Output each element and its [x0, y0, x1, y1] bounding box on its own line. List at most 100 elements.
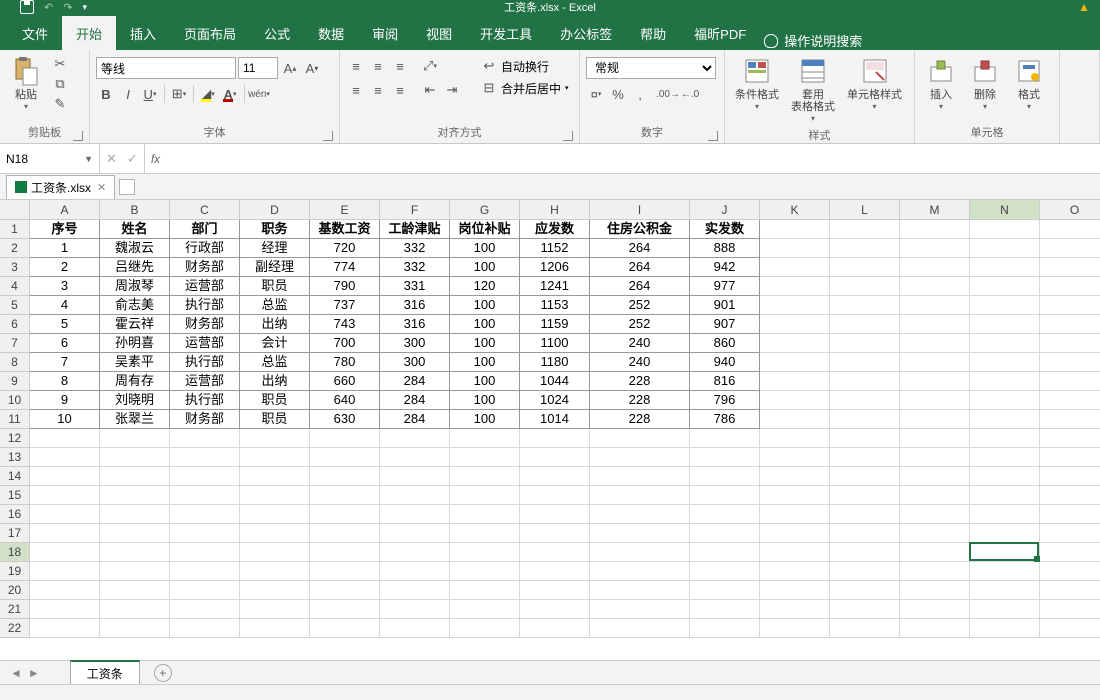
cell[interactable]: 120: [450, 277, 520, 296]
cell[interactable]: 1: [30, 239, 100, 258]
cell[interactable]: [380, 524, 450, 543]
align-left-button[interactable]: ≡: [346, 81, 366, 99]
cell[interactable]: [1040, 429, 1100, 448]
cell[interactable]: [830, 467, 900, 486]
cell[interactable]: 实发数: [690, 220, 760, 239]
cell[interactable]: [900, 277, 970, 296]
cell[interactable]: [970, 524, 1040, 543]
cell[interactable]: [760, 600, 830, 619]
cell[interactable]: [170, 562, 240, 581]
cell[interactable]: 1153: [520, 296, 590, 315]
row-header[interactable]: 19: [0, 562, 30, 581]
align-top-button[interactable]: ≡: [346, 57, 366, 75]
cell[interactable]: [760, 296, 830, 315]
cell[interactable]: [380, 448, 450, 467]
cell[interactable]: 888: [690, 239, 760, 258]
cell[interactable]: [900, 524, 970, 543]
cell[interactable]: 1152: [520, 239, 590, 258]
cell[interactable]: 252: [590, 296, 690, 315]
cell[interactable]: [520, 467, 590, 486]
row-header[interactable]: 17: [0, 524, 30, 543]
cell[interactable]: [380, 562, 450, 581]
conditional-format-button[interactable]: 条件格式 ▾: [731, 53, 783, 113]
align-middle-button[interactable]: ≡: [368, 57, 388, 75]
cell[interactable]: [30, 562, 100, 581]
cell[interactable]: [310, 581, 380, 600]
row-header[interactable]: 4: [0, 277, 30, 296]
cell[interactable]: [970, 220, 1040, 239]
row-header[interactable]: 20: [0, 581, 30, 600]
cell[interactable]: [970, 372, 1040, 391]
row-header[interactable]: 14: [0, 467, 30, 486]
cell[interactable]: 796: [690, 391, 760, 410]
cell[interactable]: [170, 581, 240, 600]
cell[interactable]: 运营部: [170, 277, 240, 296]
accounting-button[interactable]: ¤▾: [586, 85, 606, 103]
cell[interactable]: 228: [590, 410, 690, 429]
cell[interactable]: [590, 486, 690, 505]
cell[interactable]: 基数工资: [310, 220, 380, 239]
cell[interactable]: [970, 410, 1040, 429]
cell[interactable]: 吕继先: [100, 258, 170, 277]
cell[interactable]: 职员: [240, 277, 310, 296]
cell[interactable]: 901: [690, 296, 760, 315]
tab-help[interactable]: 帮助: [626, 16, 680, 50]
cell[interactable]: 252: [590, 315, 690, 334]
cell[interactable]: [520, 524, 590, 543]
cell[interactable]: [900, 391, 970, 410]
cell[interactable]: [310, 505, 380, 524]
column-header[interactable]: E: [310, 200, 380, 220]
cell[interactable]: 780: [310, 353, 380, 372]
cell[interactable]: [450, 600, 520, 619]
tab-formulas[interactable]: 公式: [250, 16, 304, 50]
cell[interactable]: [1040, 524, 1100, 543]
cell[interactable]: [970, 486, 1040, 505]
cell[interactable]: [30, 581, 100, 600]
column-header[interactable]: C: [170, 200, 240, 220]
cell[interactable]: [830, 372, 900, 391]
cell[interactable]: [520, 429, 590, 448]
cell[interactable]: [900, 600, 970, 619]
cell[interactable]: 张翠兰: [100, 410, 170, 429]
cell[interactable]: 100: [450, 239, 520, 258]
cell[interactable]: [380, 600, 450, 619]
tab-review[interactable]: 审阅: [358, 16, 412, 50]
cell[interactable]: [100, 524, 170, 543]
cell-styles-button[interactable]: 单元格样式 ▾: [843, 53, 906, 113]
column-header[interactable]: B: [100, 200, 170, 220]
cell[interactable]: [170, 505, 240, 524]
warning-icon[interactable]: ▲: [1078, 0, 1090, 14]
new-workbook-tab[interactable]: [119, 179, 135, 195]
cell[interactable]: [830, 486, 900, 505]
column-header[interactable]: O: [1040, 200, 1100, 220]
dialog-launcher-icon[interactable]: [73, 131, 83, 141]
cell[interactable]: [1040, 505, 1100, 524]
cell[interactable]: 序号: [30, 220, 100, 239]
cell[interactable]: [240, 505, 310, 524]
cell[interactable]: [690, 486, 760, 505]
cell[interactable]: 住房公积金: [590, 220, 690, 239]
cell[interactable]: [900, 429, 970, 448]
cell[interactable]: [900, 562, 970, 581]
delete-cells-button[interactable]: 删除 ▾: [965, 53, 1005, 113]
cell[interactable]: [690, 448, 760, 467]
cell[interactable]: [900, 239, 970, 258]
cell[interactable]: [100, 562, 170, 581]
cell[interactable]: 周淑琴: [100, 277, 170, 296]
cell[interactable]: [1040, 391, 1100, 410]
dialog-launcher-icon[interactable]: [708, 131, 718, 141]
cell[interactable]: [380, 543, 450, 562]
cell[interactable]: 1024: [520, 391, 590, 410]
cell[interactable]: [830, 429, 900, 448]
cell[interactable]: 部门: [170, 220, 240, 239]
cell[interactable]: 运营部: [170, 372, 240, 391]
cell[interactable]: [830, 277, 900, 296]
cell[interactable]: [310, 467, 380, 486]
cell[interactable]: 977: [690, 277, 760, 296]
cell[interactable]: [900, 467, 970, 486]
cell[interactable]: [30, 619, 100, 638]
tab-data[interactable]: 数据: [304, 16, 358, 50]
cell[interactable]: 240: [590, 353, 690, 372]
cell[interactable]: [30, 505, 100, 524]
cell[interactable]: 周有存: [100, 372, 170, 391]
